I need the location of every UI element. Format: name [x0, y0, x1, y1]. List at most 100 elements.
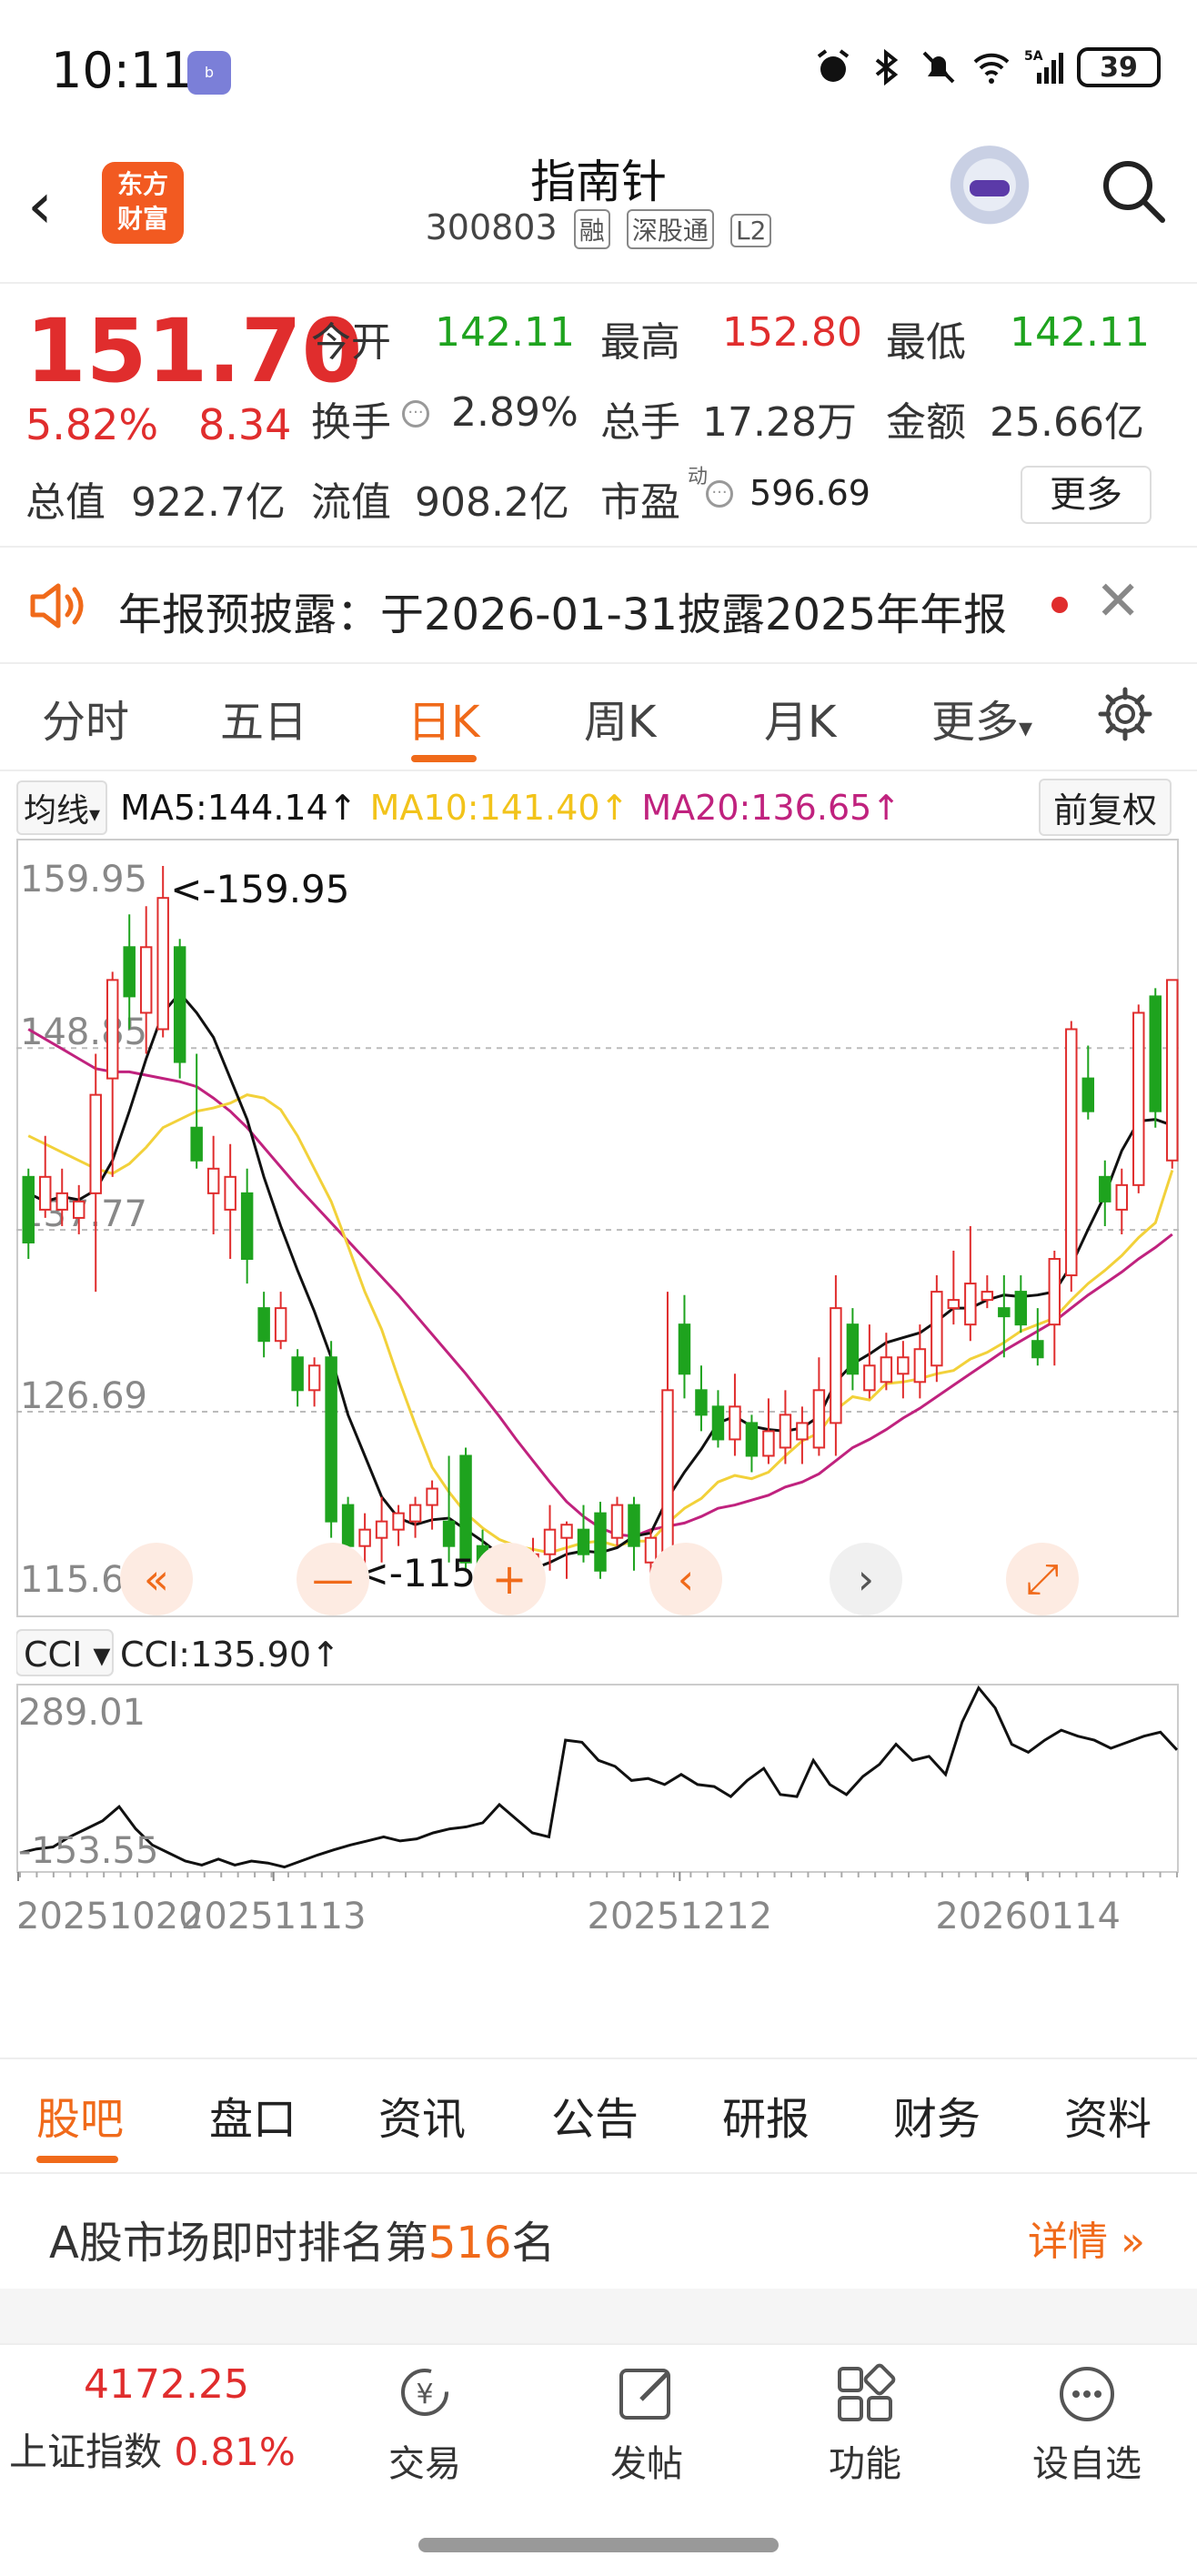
tab-research[interactable]: 研报	[722, 2083, 810, 2147]
connect-tag: 深股通	[626, 209, 714, 249]
ma5-line	[27, 991, 1173, 1571]
candle-body	[1065, 1028, 1078, 1277]
home-indicator[interactable]	[418, 2538, 779, 2552]
bluetooth-icon	[875, 48, 899, 86]
rank-detail-link[interactable]: 详情 »	[1028, 2209, 1145, 2267]
stock-code: 300803	[425, 207, 558, 247]
tab-timeshare[interactable]: 分时	[42, 686, 129, 750]
candle-body	[408, 1504, 422, 1523]
tab-profile[interactable]: 资料	[1064, 2083, 1152, 2147]
candle-body	[392, 1512, 405, 1531]
date-axis: 2025102020251113 20251212 20260114	[16, 1872, 1178, 1937]
ma10-legend: MA10:141.40↑	[369, 788, 629, 828]
candle-body	[711, 1405, 725, 1441]
mute-icon	[922, 51, 955, 84]
section-spacer	[0, 2289, 1197, 2343]
candle-body	[341, 1504, 355, 1547]
margin-tag: 融	[573, 209, 610, 249]
tab-weekly-k[interactable]: 周K	[584, 686, 656, 750]
candlestick-chart[interactable]: 159.95148.85137.77126.69115.60<-159.95<-…	[16, 839, 1181, 1621]
assistant-robot-icon[interactable]	[946, 146, 1033, 233]
candle-body	[745, 1422, 759, 1457]
ma5-legend: MA5:144.14↑	[120, 788, 357, 828]
rewind-control[interactable]: «	[120, 1543, 193, 1615]
candle-body	[1166, 979, 1179, 1162]
unread-dot	[1051, 597, 1068, 613]
amount-label: 金额	[886, 399, 966, 446]
candle-body	[307, 1364, 321, 1392]
tab-news[interactable]: 资讯	[378, 2083, 466, 2147]
candle-body	[594, 1512, 607, 1572]
tab-announcements[interactable]: 公告	[551, 2083, 639, 2147]
tab-five-day[interactable]: 五日	[220, 686, 307, 750]
candle-body	[426, 1487, 438, 1506]
more-circle-icon	[1060, 2367, 1114, 2421]
scroll-left-control[interactable]: ‹	[649, 1543, 722, 1615]
bottom-tabs-divider	[0, 2172, 1197, 2174]
candle-body	[846, 1323, 860, 1375]
candle-body	[880, 1356, 893, 1384]
pe-label: 市盈	[600, 479, 680, 526]
mcap-value: 922.7亿	[131, 479, 286, 526]
zoom-out-control[interactable]: —	[297, 1543, 369, 1615]
svg-text:¥: ¥	[416, 2379, 433, 2410]
price-axis-label: 126.69	[20, 1375, 147, 1417]
candle-body	[257, 1307, 270, 1343]
nav-trade[interactable]: ¥ 交易	[366, 2361, 484, 2487]
candle-body	[55, 1192, 68, 1211]
candle-body	[678, 1323, 691, 1375]
price-axis-label: 148.85	[20, 1011, 147, 1053]
candle-body	[812, 1389, 826, 1449]
market-rank: A股市场即时排名第516名	[49, 2218, 556, 2269]
notice-text[interactable]: 年报预披露：于2026-01-31披露2025年年报	[118, 579, 1007, 642]
candle-body	[224, 1175, 236, 1211]
candle-body	[796, 1422, 809, 1441]
fullscreen-control[interactable]: ⤢	[1006, 1543, 1079, 1615]
close-icon[interactable]: ✕	[1095, 569, 1141, 633]
candle-body	[106, 979, 119, 1080]
mcap-label: 总值	[25, 479, 106, 526]
index-name-row[interactable]: 上证指数 0.81%	[9, 2421, 296, 2477]
candle-body	[89, 1093, 102, 1194]
info-dots-icon[interactable]: ···	[402, 400, 429, 428]
tab-financials[interactable]: 财务	[893, 2083, 981, 2147]
candle-body	[830, 1307, 842, 1424]
battery-indicator: 39	[1077, 47, 1161, 87]
tab-monthly-k[interactable]: 月K	[764, 686, 836, 750]
pe-info-icon[interactable]: ···	[706, 480, 733, 508]
candle-body	[1099, 1175, 1112, 1202]
nav-post[interactable]: 发帖	[588, 2361, 706, 2487]
chart-section-divider	[0, 2058, 1197, 2059]
change-percent: 5.82%	[25, 400, 159, 449]
index-value[interactable]: 4172.25	[84, 2361, 249, 2408]
tab-order-book[interactable]: 盘口	[209, 2083, 297, 2147]
tab-more[interactable]: 更多▾	[931, 686, 1032, 750]
gear-icon[interactable]	[1097, 686, 1153, 742]
edit-icon	[619, 2369, 670, 2420]
candle-body	[930, 1291, 943, 1367]
date-label: 20251020	[16, 1896, 202, 1937]
zoom-in-control[interactable]: +	[473, 1543, 546, 1615]
tab-guba[interactable]: 股吧	[36, 2083, 124, 2147]
cci-selector-label: CCI ▾	[24, 1635, 110, 1675]
wifi-icon	[973, 53, 1010, 84]
candle-body	[139, 946, 153, 1014]
tab-daily-k[interactable]: 日K	[407, 686, 479, 750]
candle-body	[913, 1348, 927, 1384]
search-icon[interactable]	[1097, 155, 1170, 227]
high-value: 152.80	[722, 309, 862, 356]
cci-chart[interactable]: CCI ▾ CCI:135.90↑ 289.01 -153.55	[16, 1628, 1181, 1874]
nav-features[interactable]: 功能	[806, 2361, 924, 2487]
status-time: 10:11	[51, 42, 193, 99]
adjust-button[interactable]: 前复权	[1039, 779, 1172, 836]
float-value: 908.2亿	[415, 479, 569, 526]
candle-body	[206, 1167, 220, 1194]
candle-body	[1014, 1291, 1028, 1326]
ma10-line	[27, 1093, 1174, 1555]
candle-body	[661, 1389, 674, 1555]
nav-add-watchlist[interactable]: 设自选	[1028, 2361, 1146, 2487]
scroll-right-control[interactable]: ›	[830, 1543, 902, 1615]
more-quote-button[interactable]: 更多	[1021, 466, 1152, 524]
indicator-selector[interactable]: 均线▾	[16, 780, 108, 835]
date-label: 20251113	[181, 1896, 367, 1937]
